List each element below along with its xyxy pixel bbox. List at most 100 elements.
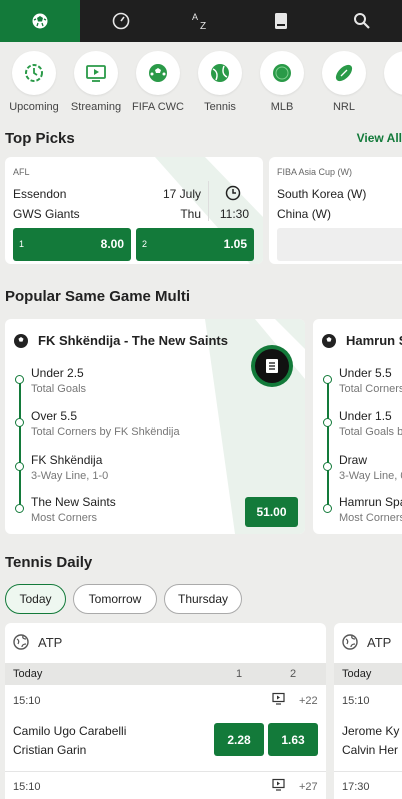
tab-in-play[interactable] (80, 0, 160, 42)
sgm-leg: Hamrun Spa Most Corners (339, 495, 402, 524)
sport-mlb[interactable]: MLB (251, 51, 313, 113)
clock-icon (112, 12, 129, 30)
odds-value: 8.00 (100, 237, 124, 251)
leg-market: 3-Way Line, 0 (339, 470, 402, 482)
search-icon (353, 13, 370, 29)
odds-button-home[interactable]: 1 8.00 (13, 228, 131, 261)
odds-button-player1[interactable]: 2.28 (214, 723, 264, 756)
divider (5, 771, 326, 772)
more-markets[interactable]: +27 (299, 781, 318, 793)
soccer-icon (149, 64, 167, 82)
tour-name: ATP (38, 635, 63, 650)
leg-pick: FK Shkëndija (31, 453, 103, 467)
tab-az[interactable]: AZ (161, 0, 241, 42)
leg-market: Most Corners (339, 512, 402, 524)
leg-dot (15, 418, 24, 427)
streaming-icon (272, 692, 285, 705)
sport-tennis[interactable]: Tennis (189, 51, 251, 113)
list-icon (266, 359, 278, 373)
streaming-icon (272, 778, 285, 791)
streaming-icon (86, 65, 106, 82)
leg-dot (15, 462, 24, 471)
player-name: Cristian Garin (13, 743, 87, 757)
player-name: Jerome Ky (342, 724, 400, 738)
odds-button-placeholder[interactable] (277, 228, 402, 261)
upcoming-icon (25, 64, 43, 82)
sport-label: Tennis (204, 101, 236, 113)
match-title: Hamrun S (346, 333, 402, 348)
soccer-icon (322, 334, 336, 348)
tab-sports[interactable] (0, 0, 81, 42)
leg-pick: Over 5.5 (31, 409, 78, 423)
match-time: 15:10 (13, 781, 41, 793)
leg-pick: Hamrun Spa (339, 495, 402, 509)
more-markets[interactable]: +22 (299, 695, 318, 707)
leg-dot (15, 504, 24, 513)
sport-streaming[interactable]: Streaming (65, 51, 127, 113)
odds-label: 1 (19, 239, 25, 249)
sgm-odds-button[interactable]: 51.00 (245, 497, 298, 527)
az-icon: AZ (192, 12, 206, 31)
odds-value: 1.05 (223, 237, 247, 251)
sport-label: MLB (270, 101, 294, 113)
match-time: 15:10 (13, 695, 41, 707)
sport-fifa-cwc[interactable]: FIFA CWC (127, 51, 189, 113)
top-pick-card[interactable]: FIBA Asia Cup (W) South Korea (W) China … (269, 157, 402, 264)
clock-icon (225, 185, 241, 201)
leg-market: Total Corners by FK Shkëndija (31, 426, 180, 438)
match-time: 15:10 (342, 695, 370, 707)
day-label: Today (13, 668, 43, 680)
sport-nrl[interactable]: NRL (313, 51, 375, 113)
tab-betslip[interactable] (241, 0, 321, 42)
sgm-title: Popular Same Game Multi (5, 288, 191, 305)
leg-dot (323, 504, 332, 513)
divider (208, 181, 209, 221)
leg-dot (323, 462, 332, 471)
odds-button-player2[interactable]: 1.63 (268, 723, 318, 756)
league-name: FIBA Asia Cup (W) (277, 167, 353, 177)
team-name: South Korea (W) (277, 187, 367, 201)
top-pick-card[interactable]: AFL Essendon GWS Giants 17 July Thu 11:3… (5, 157, 263, 264)
filter-tomorrow[interactable]: Tomorrow (73, 584, 157, 614)
tennis-card: ATP Today 15:10 Jerome Ky Calvin Her 17:… (334, 623, 402, 799)
column-label: 2 (290, 668, 297, 680)
leg-connector (19, 383, 21, 507)
match-date: 17 July (162, 187, 201, 201)
leg-pick: Under 5.5 (339, 366, 392, 380)
leg-pick: The New Saints (31, 495, 116, 509)
league-name: AFL (13, 167, 30, 177)
sports-icon (32, 13, 48, 29)
sgm-leg: Under 2.5 Total Goals (31, 366, 86, 395)
divider (334, 771, 402, 772)
globe-icon (13, 634, 29, 650)
sgm-leg: Under 5.5 Total Corners (339, 366, 402, 395)
sport-more[interactable]: A (375, 51, 402, 113)
day-label: Today (342, 668, 372, 680)
sgm-card[interactable]: Hamrun S Under 5.5 Total Corners Under 1… (313, 319, 402, 534)
team-name: Essendon (13, 187, 67, 201)
match-time: 11:30 (219, 207, 249, 221)
sgm-builder-button[interactable] (251, 345, 293, 387)
sgm-leg: The New Saints Most Corners (31, 495, 116, 524)
sport-label: NRL (332, 101, 355, 113)
view-all-link[interactable]: View All (357, 131, 402, 145)
team-name: China (W) (277, 207, 332, 221)
leg-pick: Under 2.5 (31, 366, 84, 380)
leg-pick: Draw (339, 453, 368, 467)
sport-upcoming[interactable]: Upcoming (3, 51, 65, 113)
svg-text:A: A (192, 12, 198, 22)
top-nav: AZ (0, 0, 402, 42)
leg-connector (327, 383, 329, 507)
leg-dot (323, 418, 332, 427)
leg-market: Total Corners (339, 383, 402, 395)
tennis-title: Tennis Daily (5, 554, 93, 571)
filter-thursday[interactable]: Thursday (164, 584, 242, 614)
filter-today[interactable]: Today (5, 584, 66, 614)
sgm-card[interactable]: FK Shkëndija - The New Saints Under 2.5 … (5, 319, 305, 534)
leg-pick: Under 1.5 (339, 409, 392, 423)
tab-search[interactable] (322, 0, 402, 42)
tour-name: ATP (367, 635, 392, 650)
odds-button-away[interactable]: 2 1.05 (136, 228, 254, 261)
sports-carousel: Upcoming Streaming FIFA CWC Tennis MLB N… (0, 42, 402, 120)
match-day: Thu (180, 207, 201, 221)
